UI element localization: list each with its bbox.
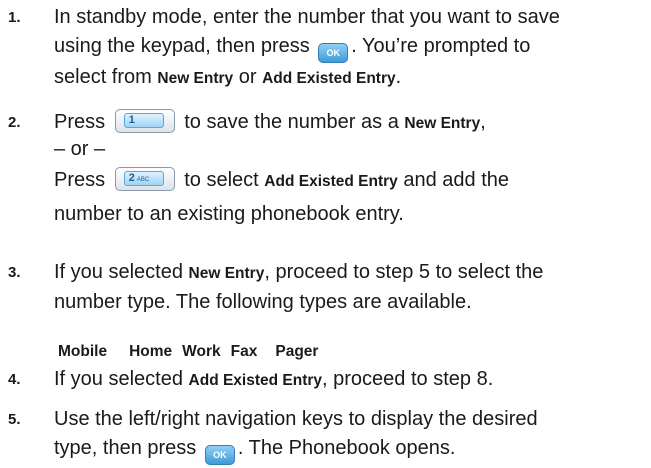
option-new-entry: New Entry	[188, 265, 265, 282]
step-text: In standby mode, enter the number that y…	[54, 3, 640, 93]
text-segment: .	[395, 66, 402, 88]
type-pager: Pager	[275, 343, 319, 360]
text-segment: to select	[184, 169, 259, 191]
key-2-icon: 2 ABC	[114, 167, 175, 191]
step-line: select from New Entry or Add Existed Ent…	[54, 63, 640, 93]
key-1-icon: 1	[114, 109, 175, 133]
text-segment: , proceed to step 5 to select the	[264, 261, 544, 283]
type-fax: Fax	[230, 343, 258, 360]
type-home: Home	[129, 343, 173, 360]
step-line: In standby mode, enter the number that y…	[54, 6, 560, 28]
option-add-existed-entry: Add Existed Entry	[262, 70, 396, 87]
text-segment: type, then press	[54, 437, 197, 459]
step-text: If you selected Add Existed Entry, proce…	[54, 365, 640, 395]
step-5: 5. Use the left/right navigation keys to…	[0, 405, 640, 465]
key-face: 1	[123, 113, 164, 128]
step-2: 2. Press 1 to save the number as a New E…	[0, 108, 640, 248]
text-segment: to save the number as a	[184, 111, 399, 133]
step-line: using the keypad, then press OK. You’re …	[54, 32, 640, 63]
step-line: Press 2 ABC to select Add Existed Entry a…	[54, 166, 640, 196]
step-line: – or –	[54, 138, 106, 160]
text-segment: , proceed to step 8.	[322, 368, 494, 390]
step-line: If you selected New Entry, proceed to st…	[54, 258, 640, 288]
step-number: 4.	[8, 371, 21, 388]
key-digit: 2	[128, 172, 135, 184]
step-number: 5.	[8, 411, 21, 428]
text-segment: . The Phonebook opens.	[237, 437, 456, 459]
ok-key-icon: OK	[204, 445, 235, 465]
text-segment: If you selected	[54, 261, 183, 283]
text-segment: and add the	[403, 169, 510, 191]
text-segment: select from	[54, 66, 152, 88]
step-1: 1. In standby mode, enter the number tha…	[0, 3, 640, 93]
step-text: Press 1 to save the number as a New Entr…	[54, 108, 640, 229]
step-number: 3.	[8, 264, 21, 281]
step-line: number type. The following types are ava…	[54, 291, 472, 313]
step-number: 1.	[8, 9, 21, 26]
option-new-entry: New Entry	[404, 115, 481, 132]
text-segment: ,	[480, 111, 486, 133]
text-segment: If you selected	[54, 368, 183, 390]
step-line: If you selected Add Existed Entry, proce…	[54, 365, 640, 395]
step-3: 3. If you selected New Entry, proceed to…	[0, 258, 640, 318]
step-4: 4. If you selected Add Existed Entry, pr…	[0, 365, 640, 395]
step-number: 2.	[8, 114, 21, 131]
text-segment: . You’re prompted to	[351, 35, 531, 57]
text-segment: or	[238, 66, 257, 88]
step-line: Press 1 to save the number as a New Entr…	[54, 108, 640, 138]
option-add-existed-entry: Add Existed Entry	[264, 173, 398, 190]
text-segment: Press	[54, 111, 106, 133]
key-letters: ABC	[136, 177, 150, 183]
ok-key-icon: OK	[318, 43, 349, 63]
text-segment: using the keypad, then press	[54, 35, 310, 57]
option-add-existed-entry: Add Existed Entry	[188, 372, 323, 389]
step-line: type, then press OK. The Phonebook opens…	[54, 434, 640, 465]
number-type-list: Mobile Home Work Fax Pager	[58, 342, 340, 362]
type-mobile: Mobile	[58, 343, 108, 360]
type-work: Work	[182, 343, 221, 360]
option-new-entry: New Entry	[157, 70, 234, 87]
step-line: Use the left/right navigation keys to di…	[54, 408, 538, 430]
step-line: number to an existing phonebook entry.	[54, 203, 404, 225]
text-segment: Press	[54, 169, 106, 191]
step-text: Use the left/right navigation keys to di…	[54, 405, 640, 465]
step-text: If you selected New Entry, proceed to st…	[54, 258, 640, 317]
key-face: 2 ABC	[123, 171, 164, 186]
